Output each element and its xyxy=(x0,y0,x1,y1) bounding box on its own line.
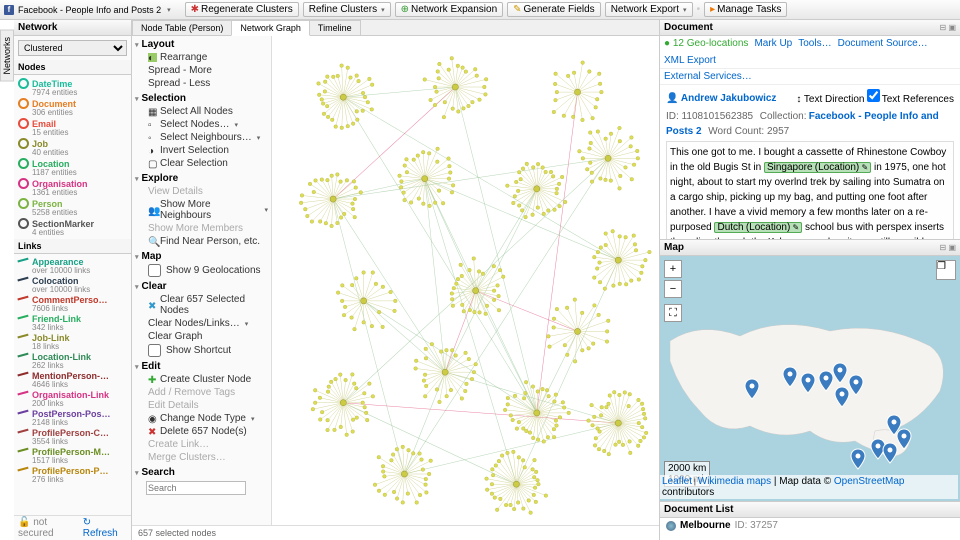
edit-group[interactable]: Edit xyxy=(132,360,271,373)
explore-group[interactable]: Explore xyxy=(132,172,271,185)
links-list: Appearanceover 10000 linksColocationover… xyxy=(14,254,131,515)
invert-selection[interactable]: ◑Invert Selection xyxy=(132,144,271,157)
external-services[interactable]: External Services… xyxy=(664,71,752,82)
tab-node-table[interactable]: Node Table (Person) xyxy=(132,20,232,35)
map-panel-controls[interactable]: ⊟ ▣ xyxy=(940,243,956,252)
xml-export-link[interactable]: XML Export xyxy=(664,55,716,66)
search-group[interactable]: Search xyxy=(132,466,271,479)
regenerate-clusters-button[interactable]: ✱Regenerate Clusters xyxy=(185,2,299,17)
layout-group[interactable]: Layout xyxy=(132,38,271,51)
doclist-row[interactable]: Melbourne ID: 37257 xyxy=(660,518,960,533)
view-details: View Details xyxy=(132,185,271,198)
links-header: Links xyxy=(14,239,131,254)
right-panel: Document ⊟ ▣ ● 12 Geo-locations Mark Up T… xyxy=(660,20,960,540)
refine-clusters-button[interactable]: Refine Clusters xyxy=(303,2,391,17)
layers-button[interactable]: ❐ xyxy=(936,260,956,280)
select-all[interactable]: ▦Select All Nodes xyxy=(132,105,271,118)
fullscreen-button[interactable]: ⛶ xyxy=(664,304,682,322)
document-header: Document xyxy=(664,22,713,33)
graph-tools: Layout ◐Rearrange Spread - More Spread -… xyxy=(132,36,272,525)
network-tab[interactable]: Network xyxy=(18,22,57,33)
panel-controls[interactable]: ⊟ ▣ xyxy=(940,23,956,32)
generate-fields-button[interactable]: ✎Generate Fields xyxy=(507,2,601,17)
refresh-button[interactable]: ↻ Refresh xyxy=(83,517,127,539)
network-graph-canvas[interactable] xyxy=(272,36,659,525)
selection-group[interactable]: Selection xyxy=(132,92,271,105)
clustered-select[interactable]: Clustered xyxy=(18,40,127,56)
tools-link[interactable]: Tools… xyxy=(798,38,831,49)
networks-vertical-tab[interactable]: Networks xyxy=(0,30,14,82)
not-secured: 🔓 not secured xyxy=(18,517,83,539)
tab-timeline[interactable]: Timeline xyxy=(309,20,361,35)
select-neighbours[interactable]: ◦Select Neighbours… xyxy=(132,131,271,144)
show-shortcut[interactable]: Show Shortcut xyxy=(132,343,271,358)
network-export-button[interactable]: Network Export xyxy=(605,2,693,17)
entities-list: DateTime7974 entitiesDocument306 entitie… xyxy=(14,75,131,239)
zoom-out-button[interactable]: − xyxy=(664,280,682,298)
left-panel: Network Clustered Nodes DateTime7974 ent… xyxy=(14,20,132,540)
top-toolbar: f Facebook - People Info and Posts 2 ✱Re… xyxy=(0,0,960,20)
facebook-icon: f xyxy=(4,5,14,15)
clear-selected[interactable]: ✖Clear 657 Selected Nodes xyxy=(132,293,271,317)
search-input[interactable] xyxy=(146,481,246,495)
doc-id: ID: 1108101562385 xyxy=(666,111,753,122)
change-node-type[interactable]: ◉Change Node Type xyxy=(132,412,271,425)
document-text: This one got to me. I bought a cassette … xyxy=(666,141,954,240)
title-dropdown[interactable] xyxy=(165,4,171,15)
spread-more[interactable]: Spread - More xyxy=(132,64,271,77)
add-remove-tags: Add / Remove Tags xyxy=(132,386,271,399)
show-more-members: Show More Members xyxy=(132,222,271,235)
delete-nodes[interactable]: ✖Delete 657 Node(s) xyxy=(132,425,271,438)
doclist-header: Document List xyxy=(664,504,733,515)
select-nodes[interactable]: ▫Select Nodes… xyxy=(132,118,271,131)
doc-source-link[interactable]: Document Source… xyxy=(838,38,928,49)
geo-count[interactable]: ● 12 Geo-locations xyxy=(664,38,748,49)
show-geolocations[interactable]: Show 9 Geolocations xyxy=(132,263,271,278)
edit-details: Edit Details xyxy=(132,399,271,412)
clear-graph[interactable]: Clear Graph xyxy=(132,330,271,343)
create-cluster[interactable]: ✚Create Cluster Node xyxy=(132,373,271,386)
doc-title: Facebook - People Info and Posts 2 xyxy=(18,5,161,15)
doc-person[interactable]: 👤 Andrew Jakubowicz xyxy=(666,91,776,106)
geo-checkbox[interactable] xyxy=(148,264,161,277)
status-bar: 657 selected nodes xyxy=(132,525,659,540)
markup-link[interactable]: Mark Up xyxy=(754,38,792,49)
text-refs-checkbox[interactable] xyxy=(867,89,880,102)
text-direction[interactable]: ↕ Text Direction xyxy=(796,94,864,105)
spread-less[interactable]: Spread - Less xyxy=(132,77,271,90)
word-count: Word Count: 2957 xyxy=(708,126,789,137)
map-header: Map xyxy=(664,242,684,253)
zoom-in-button[interactable]: + xyxy=(664,260,682,278)
globe-icon xyxy=(666,521,676,531)
nodes-header: Nodes xyxy=(14,60,131,75)
map-group[interactable]: Map xyxy=(132,250,271,263)
network-expansion-button[interactable]: ⊕Network Expansion xyxy=(395,2,504,17)
map-attribution: Leaflet | Wikimedia maps | Map data © Op… xyxy=(660,475,958,499)
entity-singapore[interactable]: Singapore (Location) ✎ xyxy=(764,162,871,173)
manage-tasks-button[interactable]: ▸Manage Tasks xyxy=(704,2,787,17)
merge-clusters: Merge Clusters… xyxy=(132,451,271,464)
show-more-neighbours[interactable]: 👥Show More Neighbours xyxy=(132,198,271,222)
rearrange[interactable]: ◐Rearrange xyxy=(132,51,271,64)
clear-nodes-links[interactable]: Clear Nodes/Links… xyxy=(132,317,271,330)
find-near[interactable]: 🔍Find Near Person, etc. xyxy=(132,235,271,248)
clear-group[interactable]: Clear xyxy=(132,280,271,293)
center-panel: Node Table (Person) Network Graph Timeli… xyxy=(132,20,660,540)
create-link: Create Link… xyxy=(132,438,271,451)
tab-network-graph[interactable]: Network Graph xyxy=(231,20,310,36)
clear-selection[interactable]: ▢Clear Selection xyxy=(132,157,271,170)
map-canvas[interactable]: + − ⛶ ❐ 2000 km1000 mi Leaflet | Wikimed… xyxy=(660,256,960,502)
entity-dutch[interactable]: Dutch (Location) ✎ xyxy=(714,222,802,233)
